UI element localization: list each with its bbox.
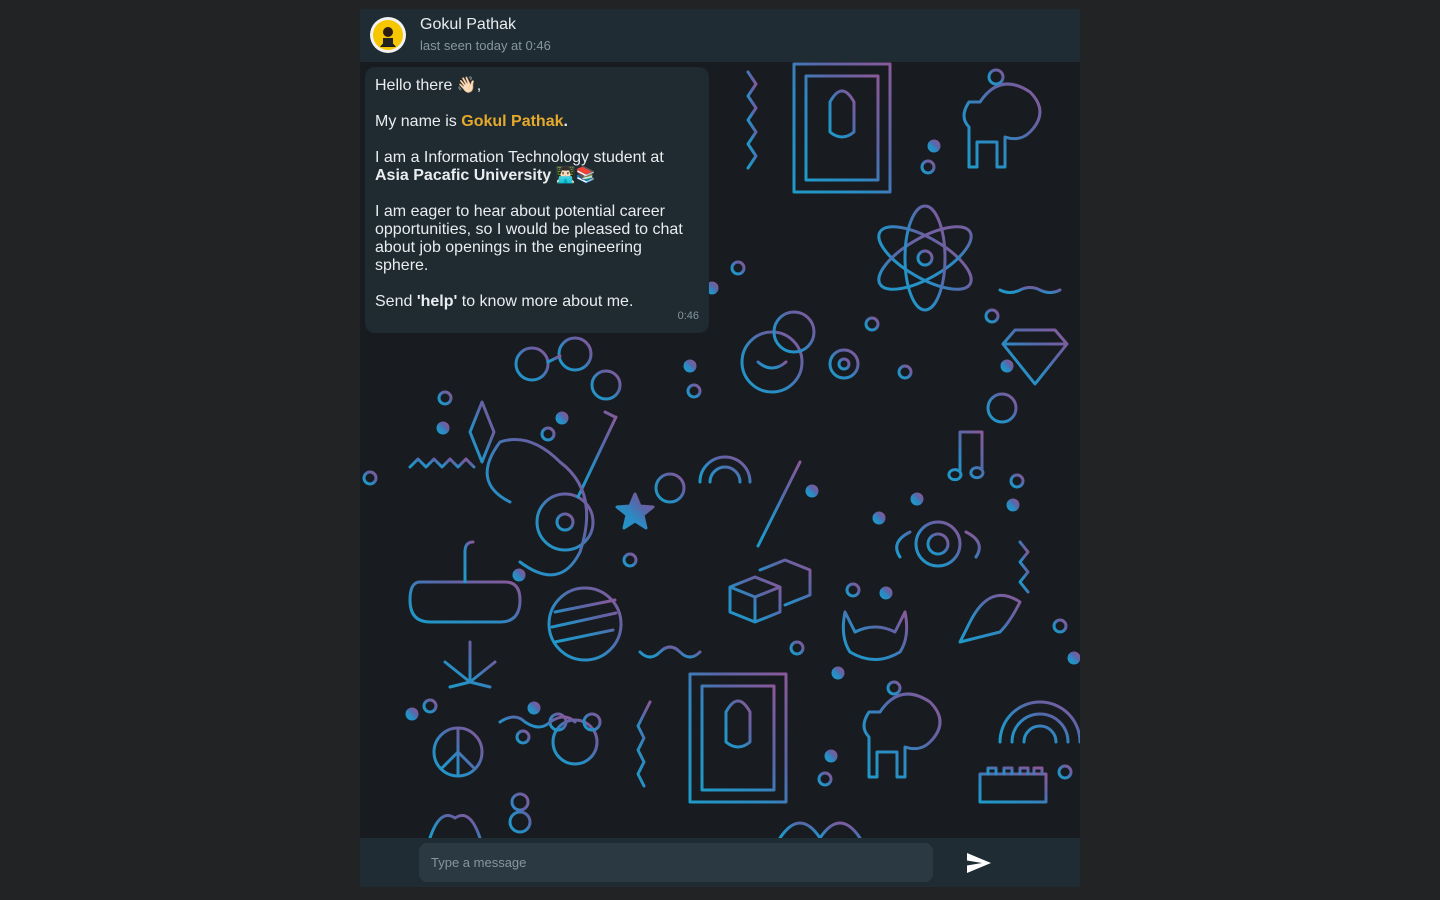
- university-emoji: 👨🏻‍💻📚: [551, 167, 596, 184]
- message-greeting: Hello there 👋🏻,: [375, 77, 482, 94]
- contact-name: Gokul Pathak: [420, 16, 517, 33]
- avatar-image: [373, 20, 403, 50]
- send-icon: [967, 853, 991, 873]
- message-help-line: Send 'help' to know more about me.: [375, 293, 699, 311]
- avatar[interactable]: [370, 17, 406, 53]
- help-suffix: to know more about me.: [457, 293, 634, 310]
- message-student-line: I am a Information Technology student at…: [375, 149, 699, 185]
- last-seen-status: last seen today at 0:46: [420, 38, 551, 53]
- message-bubble[interactable]: Hello there 👋🏻, My name is Gokul Pathak.…: [365, 67, 709, 333]
- help-prefix: Send: [375, 293, 417, 310]
- send-button[interactable]: [966, 851, 992, 875]
- message-input[interactable]: [419, 843, 933, 882]
- chat-window: Gokul Pathak last seen today at 0:46 Hel…: [360, 9, 1080, 887]
- student-text: I am a Information Technology student at: [375, 149, 664, 166]
- message-name-line: My name is Gokul Pathak.: [375, 113, 699, 131]
- name-suffix: .: [563, 113, 568, 130]
- name-prefix: My name is: [375, 113, 462, 130]
- composer-bar: [360, 838, 1080, 887]
- message-time: 0:46: [677, 310, 699, 322]
- name-highlight: Gokul Pathak: [461, 113, 564, 130]
- university-name: Asia Pacafic University: [375, 167, 552, 184]
- help-keyword: 'help': [416, 293, 458, 310]
- message-career-line: I am eager to hear about potential caree…: [375, 203, 683, 274]
- chat-header[interactable]: Gokul Pathak last seen today at 0:46: [360, 9, 1080, 62]
- chat-area[interactable]: Hello there 👋🏻, My name is Gokul Pathak.…: [360, 62, 1080, 838]
